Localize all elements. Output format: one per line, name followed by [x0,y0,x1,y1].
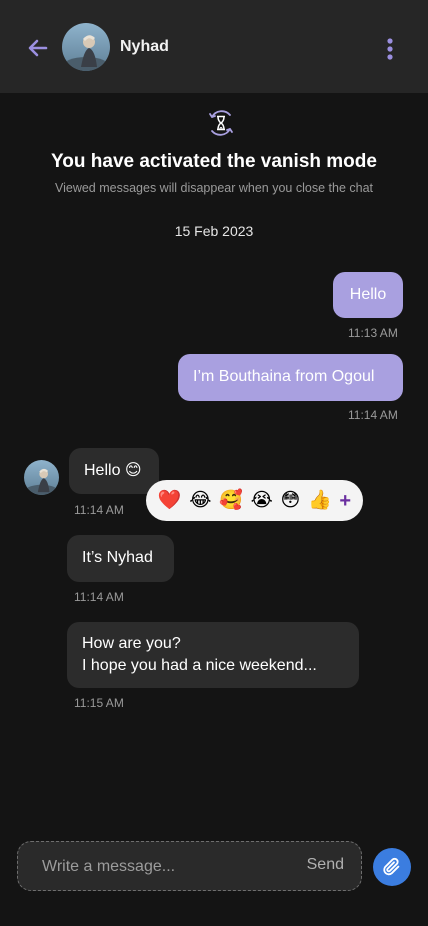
reaction-hearts-face[interactable]: 🥰 [219,489,243,513]
message-time: 11:14 AM [348,408,398,422]
message-input[interactable] [40,842,284,892]
message-line: I hope you had a nice weekend... [82,657,317,674]
more-vertical-icon [387,38,393,60]
message-composer: Send [17,841,362,892]
more-options-button[interactable] [378,35,402,63]
date-separator: 15 Feb 2023 [174,223,254,239]
arrow-left-icon [28,39,48,57]
reaction-crying[interactable]: 😭 [251,489,273,513]
message-line: How are you? [82,635,181,652]
reaction-thumbs-up[interactable]: 👍 [308,489,332,513]
incoming-message[interactable]: It’s Nyhad [67,535,174,582]
message-time: 11:15 AM [74,696,124,710]
contact-avatar[interactable] [62,23,110,71]
contact-name[interactable]: Nyhad [120,38,169,56]
reaction-flushed[interactable]: 😳 [280,489,300,513]
outgoing-message[interactable]: I’m Bouthaina from Ogoul [178,354,403,401]
message-time: 11:13 AM [348,326,398,340]
outgoing-message[interactable]: Hello [333,272,403,318]
send-button[interactable]: Send [307,856,344,874]
vanish-mode-title: You have activated the vanish mode [51,151,377,172]
vanish-mode-subtitle: Viewed messages will disappear when you … [54,181,373,195]
reaction-picker: ❤️ 😂 🥰 😭 😳 👍 + [146,480,363,521]
message-time: 11:14 AM [74,590,124,604]
add-reaction-button[interactable]: + [339,489,351,513]
chat-header: Nyhad [0,0,428,93]
sender-avatar[interactable] [24,460,59,495]
hourglass-icon [209,110,233,136]
attach-button[interactable] [373,848,411,886]
incoming-message[interactable]: Hello 😊 [69,448,159,494]
message-time: 11:14 AM [74,503,124,517]
chat-screen: Nyhad You have activated the vanish mode… [0,0,428,926]
back-button[interactable] [24,34,52,62]
incoming-message[interactable]: How are you? I hope you had a nice weeke… [67,622,359,688]
reaction-laughing[interactable]: 😂 [189,489,211,513]
reaction-heart[interactable]: ❤️ [158,489,182,513]
paperclip-icon [383,857,400,876]
